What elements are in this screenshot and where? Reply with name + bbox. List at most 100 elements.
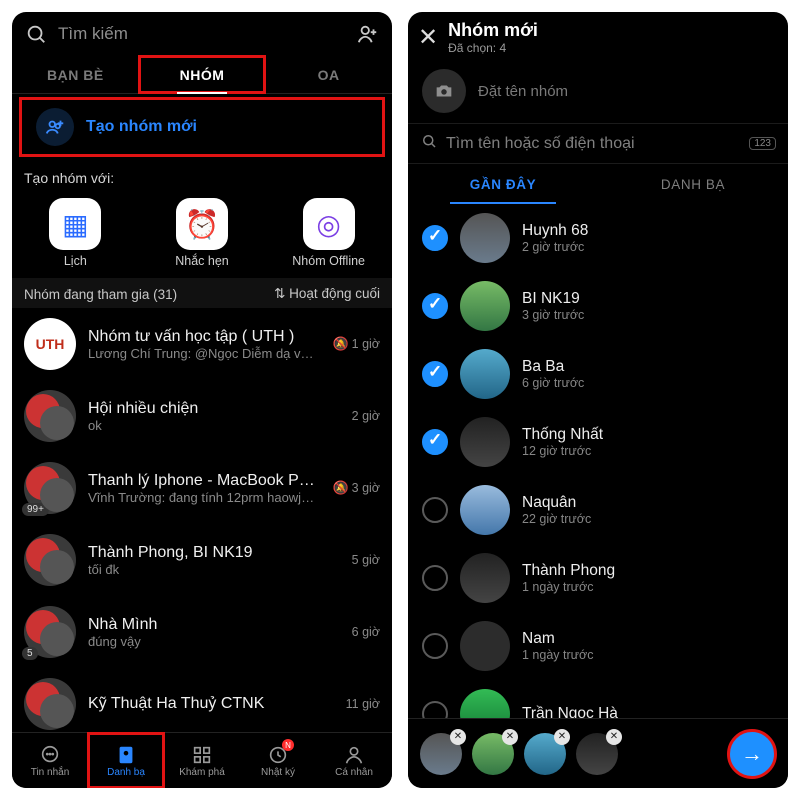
camera-icon[interactable]: [422, 69, 466, 113]
group-row[interactable]: 5Nhà Mìnhđúng vậy6 giờ: [12, 596, 392, 668]
avatar: [460, 485, 510, 535]
screen-contacts-groups: Tìm kiếm BẠN BÈ NHÓM OA Tạo nhóm mới Tạo…: [12, 12, 392, 788]
contact-row[interactable]: Thành Phong1 ngày trước: [408, 544, 788, 612]
keyboard-toggle[interactable]: 123: [749, 137, 776, 150]
contact-name: Thống Nhất: [522, 426, 603, 444]
group-row[interactable]: Thành Phong, BI NK19tối đk5 giờ: [12, 524, 392, 596]
contact-row[interactable]: Naquân22 giờ trước: [408, 476, 788, 544]
group-subtitle: đúng vậy: [88, 634, 340, 649]
avatar: 99+: [24, 462, 76, 514]
contact-name: Nam: [522, 630, 593, 648]
checkbox[interactable]: [422, 361, 448, 387]
create-group-button[interactable]: Tạo nhóm mới: [20, 98, 384, 156]
tab-friends[interactable]: BẠN BÈ: [12, 56, 139, 93]
contact-name: BI NK19: [522, 290, 584, 308]
quick-create-row: ▦ Lịch ⏰ Nhắc hẹn ◎ Nhóm Offline: [12, 194, 392, 278]
selected-chip[interactable]: [524, 733, 566, 775]
avatar: [460, 349, 510, 399]
checkbox[interactable]: [422, 497, 448, 523]
search-contacts-input[interactable]: Tìm tên hoặc số điện thoại: [446, 135, 741, 153]
contact-time: 2 giờ trước: [522, 240, 588, 254]
add-friend-icon[interactable]: [354, 20, 382, 48]
contact-row[interactable]: Huynh 682 giờ trước: [408, 204, 788, 272]
top-bar: Tìm kiếm: [12, 12, 392, 56]
unread-badge: 5: [22, 647, 38, 660]
contact-name: Huynh 68: [522, 222, 588, 240]
checkbox[interactable]: [422, 429, 448, 455]
share-icon: ◎: [303, 198, 355, 250]
contact-name: Ba Ba: [522, 358, 584, 376]
group-time: 6 giờ: [352, 625, 380, 639]
checkbox[interactable]: [422, 225, 448, 251]
search-contacts-row[interactable]: Tìm tên hoặc số điện thoại 123: [408, 123, 788, 164]
group-title: Kỹ Thuật Ha Thuỷ CTNK: [88, 695, 334, 713]
selected-chip[interactable]: [472, 733, 514, 775]
group-row[interactable]: Kỹ Thuật Ha Thuỷ CTNK 11 giờ: [12, 668, 392, 732]
tab-phonebook[interactable]: DANH BẠ: [598, 164, 788, 204]
quick-create-reminder[interactable]: ⏰ Nhắc hẹn: [154, 198, 250, 268]
section-create-with: Tạo nhóm với:: [12, 160, 392, 194]
recent-contact-list: Huynh 682 giờ trướcBI NK193 giờ trướcBa …: [408, 204, 788, 788]
tab-recent[interactable]: GẦN ĐÂY: [408, 164, 598, 204]
contact-time: 12 giờ trước: [522, 444, 603, 458]
search-icon[interactable]: [22, 20, 50, 48]
nav-discover[interactable]: Khám phá: [164, 733, 240, 788]
nav-timeline[interactable]: N Nhật ký: [240, 733, 316, 788]
tab-oa[interactable]: OA: [265, 56, 392, 93]
avatar: UTH: [24, 318, 76, 370]
nav-contacts[interactable]: Danh bạ: [88, 733, 164, 788]
screen-new-group: ✕ Nhóm mới Đã chọn: 4 Đặt tên nhóm Tìm t…: [408, 12, 788, 788]
group-time: 🔕1 giờ: [332, 336, 380, 352]
joined-groups-label: Nhóm đang tham gia (31): [24, 287, 177, 302]
notification-badge: N: [282, 739, 294, 751]
checkbox[interactable]: [422, 293, 448, 319]
group-time: 5 giờ: [352, 553, 380, 567]
avatar: [24, 390, 76, 442]
search-input[interactable]: Tìm kiếm: [58, 24, 346, 44]
quick-create-calendar[interactable]: ▦ Lịch: [27, 198, 123, 268]
checkbox[interactable]: [422, 633, 448, 659]
quick-create-offline[interactable]: ◎ Nhóm Offline: [281, 198, 377, 268]
close-icon[interactable]: ✕: [418, 23, 438, 52]
group-subtitle: ok: [88, 418, 340, 433]
selected-chip[interactable]: [420, 733, 462, 775]
selected-bar: →: [408, 718, 788, 788]
confirm-button[interactable]: →: [728, 730, 776, 778]
selected-chip[interactable]: [576, 733, 618, 775]
group-time: 11 giờ: [346, 697, 380, 711]
contact-row[interactable]: Nam1 ngày trước: [408, 612, 788, 680]
joined-groups-header: Nhóm đang tham gia (31) ⇅ Hoạt động cuối: [12, 278, 392, 308]
tab-groups[interactable]: NHÓM: [139, 56, 266, 93]
group-name-row: Đặt tên nhóm: [408, 59, 788, 123]
bottom-nav: Tin nhắn Danh bạ Khám phá N Nhật ký Cá n…: [12, 732, 392, 788]
contact-row[interactable]: BI NK193 giờ trước: [408, 272, 788, 340]
search-icon: [420, 132, 438, 155]
group-row[interactable]: UTHNhóm tư vấn học tập ( UTH )Lương Chí …: [12, 308, 392, 380]
selected-count: Đã chọn: 4: [448, 41, 538, 55]
contact-row[interactable]: Thống Nhất12 giờ trước: [408, 408, 788, 476]
contact-source-tabs: GẦN ĐÂY DANH BẠ: [408, 164, 788, 204]
contact-time: 1 ngày trước: [522, 648, 593, 662]
sort-button[interactable]: ⇅ Hoạt động cuối: [274, 286, 380, 302]
muted-icon: 🔕: [332, 480, 348, 496]
group-title: Nhóm tư vấn học tập ( UTH ): [88, 328, 320, 346]
create-group-label: Tạo nhóm mới: [86, 118, 197, 136]
group-subtitle: Vĩnh Trường: đang tính 12prm haowjc 13…: [88, 490, 320, 505]
checkbox[interactable]: [422, 565, 448, 591]
avatar: [460, 553, 510, 603]
avatar: 5: [24, 606, 76, 658]
contact-time: 1 ngày trước: [522, 580, 615, 594]
avatar: [460, 213, 510, 263]
contact-time: 22 giờ trước: [522, 512, 591, 526]
nav-profile[interactable]: Cá nhân: [316, 733, 392, 788]
group-row[interactable]: Hội nhiều chiệnok2 giờ: [12, 380, 392, 452]
group-name-input[interactable]: Đặt tên nhóm: [478, 83, 568, 100]
contact-tabs: BẠN BÈ NHÓM OA: [12, 56, 392, 94]
avatar: [24, 678, 76, 730]
contact-row[interactable]: Ba Ba6 giờ trước: [408, 340, 788, 408]
contact-time: 6 giờ trước: [522, 376, 584, 390]
group-row[interactable]: 99+Thanh lý Iphone - MacBook P…Vĩnh Trườ…: [12, 452, 392, 524]
avatar: [24, 534, 76, 586]
nav-messages[interactable]: Tin nhắn: [12, 733, 88, 788]
create-group-icon: [36, 108, 74, 146]
